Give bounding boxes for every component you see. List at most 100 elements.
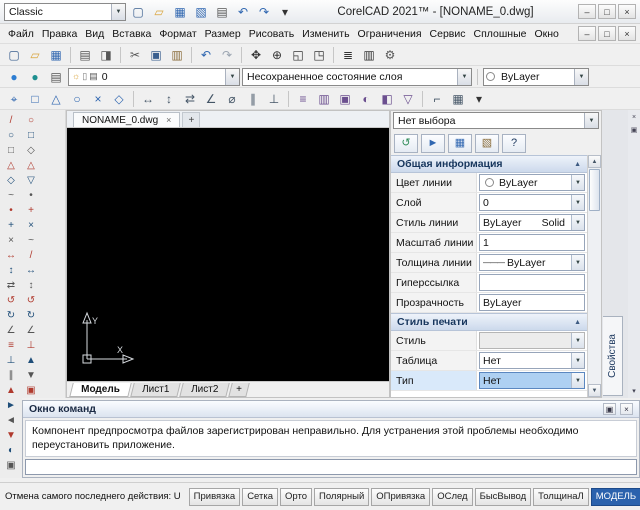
toolbar-button[interactable]: ▤ (75, 45, 95, 65)
draw-tool-button[interactable]: ∥ (2, 368, 20, 383)
command-input[interactable] (25, 459, 637, 475)
toolbar-button[interactable]: ⚙ (380, 45, 400, 65)
draw-tool-button[interactable]: ∠ (2, 323, 20, 338)
draw-tool-button[interactable]: ↕ (22, 278, 40, 293)
draw-tool-button[interactable]: ↕ (2, 263, 20, 278)
menu-item[interactable]: Размер (201, 26, 245, 42)
draw-tool-button[interactable]: ▣ (2, 458, 20, 473)
toolbar-button[interactable]: ▦ (170, 2, 190, 22)
menu-item[interactable]: Изменить (298, 26, 353, 42)
status-toggle[interactable]: ОСлед (432, 488, 472, 506)
toolbar-button[interactable]: ⊕ (267, 45, 287, 65)
toolbar-button[interactable]: ↶ (233, 2, 253, 22)
draw-tool-button[interactable]: □ (2, 143, 20, 158)
section-header[interactable]: Общая информация▲ (391, 155, 587, 173)
toolbar-button[interactable]: ▣ (335, 89, 355, 109)
toolbar-button[interactable]: ✥ (246, 45, 266, 65)
toolbar-button[interactable]: ● (4, 67, 24, 87)
toolbar-button[interactable]: ▢ (4, 45, 24, 65)
status-toggle[interactable]: Полярный (314, 488, 369, 506)
menu-item[interactable]: Вставка (108, 26, 155, 42)
scrollbar-thumb[interactable] (589, 169, 600, 211)
toolbar-button[interactable]: ▥ (167, 45, 187, 65)
menu-item[interactable]: Окно (530, 26, 562, 42)
toolbar-button[interactable]: ↶ (196, 45, 216, 65)
workspace-selector[interactable]: Classic ▼ (4, 3, 126, 21)
property-value[interactable]: Нет▼ (479, 372, 585, 389)
draw-tool-button[interactable]: ▲ (2, 383, 20, 398)
draw-tool-button[interactable]: ◐ (2, 443, 20, 458)
property-value[interactable]: ▼ (479, 332, 585, 349)
minimize-document-button[interactable]: – (578, 26, 596, 41)
restore-document-button[interactable]: □ (598, 26, 616, 41)
sheet-tab[interactable]: Лист2 (179, 383, 230, 397)
draw-tool-button[interactable]: ↔ (2, 248, 20, 263)
properties-palette-tab[interactable]: Свойства (603, 316, 623, 396)
close-icon[interactable]: × (629, 112, 639, 122)
property-value[interactable]: ByLayer▼ (479, 174, 585, 191)
toolbar-button[interactable]: □ (25, 89, 45, 109)
toolbar-button[interactable]: ▥ (314, 89, 334, 109)
selection-filter-combo[interactable]: Нет выбора ▼ (393, 112, 599, 129)
property-value[interactable]: ———ByLayer▼ (479, 254, 585, 271)
toolbar-button[interactable]: ▾ (275, 2, 295, 22)
toolbar-button[interactable]: ⊥ (264, 89, 284, 109)
property-value[interactable]: ByLayerSolid▼ (479, 214, 585, 231)
active-layer-combo[interactable]: ☼▯▤ 0 ▼ (68, 68, 240, 86)
properties-scrollbar[interactable]: ▲ ▼ (587, 155, 601, 397)
layer-state-combo[interactable]: Несохраненное состояние слоя ▼ (242, 68, 472, 86)
draw-tool-button[interactable]: + (22, 203, 40, 218)
draw-tool-button[interactable]: ~ (2, 188, 20, 203)
draw-tool-button[interactable]: ▼ (22, 368, 40, 383)
toolbar-button[interactable]: ▽ (398, 89, 418, 109)
command-history[interactable]: Компонент предпросмотра файлов зарегистр… (25, 420, 637, 457)
toolbar-button[interactable]: ⌐ (427, 89, 447, 109)
menu-item[interactable]: Рисовать (245, 26, 298, 42)
chevron-down-icon[interactable]: ▼ (225, 69, 239, 85)
document-tab[interactable]: NONAME_0.dwg × (73, 112, 180, 127)
menu-item[interactable]: Правка (38, 26, 81, 42)
expand-icon[interactable]: ▾ (629, 386, 639, 396)
toolbar-button[interactable]: ∥ (243, 89, 263, 109)
toolbar-button[interactable]: ▾ (469, 89, 489, 109)
minimize-button[interactable]: – (578, 4, 596, 19)
status-toggle[interactable]: Орто (280, 488, 312, 506)
toolbar-button[interactable]: ▦ (448, 134, 472, 153)
toolbar-button[interactable]: ▧ (475, 134, 499, 153)
draw-tool-button[interactable]: + (2, 218, 20, 233)
draw-tool-button[interactable]: ○ (22, 113, 40, 128)
status-toggle[interactable]: ОПривязка (371, 488, 430, 506)
close-icon[interactable]: × (620, 403, 633, 415)
status-toggle[interactable]: Привязка (189, 488, 241, 506)
draw-tool-button[interactable]: ⇄ (2, 278, 20, 293)
toolbar-button[interactable]: ↷ (254, 2, 274, 22)
new-document-tab-button[interactable]: + (182, 112, 200, 127)
scroll-down-icon[interactable]: ▼ (588, 384, 601, 397)
draw-tool-button[interactable]: ▼ (2, 428, 20, 443)
toolbar-button[interactable]: ▤ (46, 67, 66, 87)
property-value[interactable]: 0▼ (479, 194, 585, 211)
draw-tool-button[interactable]: ◄ (2, 413, 20, 428)
draw-tool-button[interactable]: × (2, 233, 20, 248)
property-value[interactable]: ByLayer (479, 294, 585, 311)
draw-tool-button[interactable]: ⊥ (22, 338, 40, 353)
sheet-tab[interactable]: Лист1 (130, 383, 181, 397)
toolbar-button[interactable]: ◳ (309, 45, 329, 65)
draw-tool-button[interactable]: ↻ (22, 308, 40, 323)
menu-item[interactable]: Сервис (426, 26, 470, 42)
toolbar-button[interactable]: ○ (67, 89, 87, 109)
draw-tool-button[interactable]: △ (22, 158, 40, 173)
dock-icon[interactable]: ▣ (603, 403, 616, 415)
toolbar-button[interactable]: ▱ (149, 2, 169, 22)
draw-tool-button[interactable]: ► (2, 398, 20, 413)
menu-item[interactable]: Ограничения (354, 26, 426, 42)
toolbar-button[interactable]: ⇄ (180, 89, 200, 109)
line-color-combo[interactable]: ByLayer ▼ (483, 68, 589, 86)
toolbar-button[interactable]: ? (502, 134, 526, 153)
draw-tool-button[interactable]: / (2, 113, 20, 128)
draw-tool-button[interactable]: ◇ (2, 173, 20, 188)
draw-tool-button[interactable]: ⊥ (2, 353, 20, 368)
toolbar-button[interactable]: ► (421, 134, 445, 153)
chevron-down-icon[interactable]: ▼ (111, 4, 125, 20)
status-toggle[interactable]: ТолщинаЛ (533, 488, 589, 506)
